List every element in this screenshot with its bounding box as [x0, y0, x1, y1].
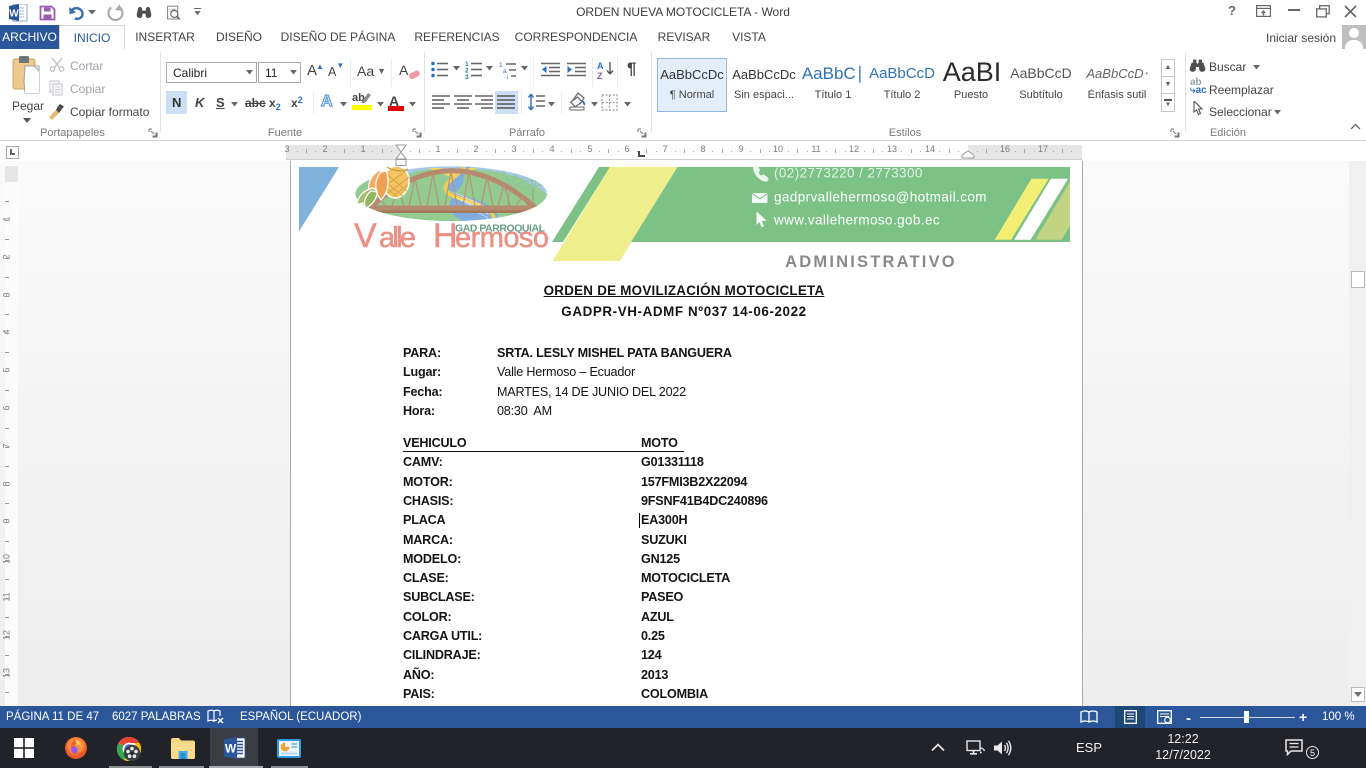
svg-text:3: 3 — [465, 74, 469, 79]
svg-text:i: i — [507, 74, 508, 79]
svg-text:W: W — [9, 9, 19, 20]
svg-text:ADMINISTRATIVO: ADMINISTRATIVO — [785, 253, 957, 271]
svg-text:W: W — [225, 742, 237, 756]
svg-text:A: A — [597, 61, 604, 71]
svg-text:H: H — [433, 217, 458, 255]
svg-text:gadprvallehermoso@hotmail.com: gadprvallehermoso@hotmail.com — [774, 190, 987, 205]
svg-text:Z: Z — [597, 71, 603, 80]
svg-text:alle: alle — [379, 222, 416, 254]
svg-text:www.vallehermoso.gob.ec: www.vallehermoso.gob.ec — [773, 213, 940, 228]
svg-text:V: V — [354, 217, 377, 255]
svg-text:GAD PARROQUIAL: GAD PARROQUIAL — [455, 223, 546, 235]
svg-text:(02)2773220 / 2773300: (02)2773220 / 2773300 — [774, 166, 923, 181]
